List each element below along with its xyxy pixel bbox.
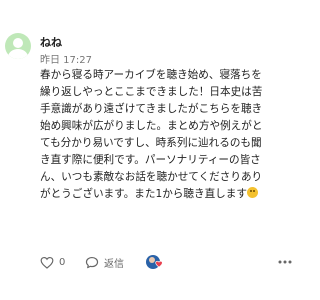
comment-last-line: がとうございます。また1から聴き直します (40, 186, 296, 203)
heart-filled-icon (155, 260, 163, 268)
comment-body: 春から寝る時アーカイブを聴き始め、寝落ちを 繰り返しやっとここまできました！日本… (40, 67, 296, 203)
avatar-head-shape (13, 38, 23, 48)
reply-button[interactable]: 返信 (85, 252, 124, 272)
like-count: 0 (59, 256, 66, 268)
comment-line: 始め興味が広がりました。まとめ方や例えがと (40, 120, 263, 132)
default-user-icon[interactable] (5, 33, 31, 59)
comment-line: 繰り返しやっとここまできました！日本史は苦 (40, 86, 263, 98)
comment-line: 春から寝る時アーカイブを聴き始め、寝落ちを (40, 69, 262, 81)
comment-line: 手意識があり遠ざけてきましたがこちらを聴き (40, 103, 263, 115)
comment-username[interactable]: ねね (40, 34, 62, 50)
comment-line: ん、いつも素敵なお話を聴かせてくださりあり (40, 171, 263, 183)
smiling-face-emoji-icon (246, 187, 258, 198)
like-button[interactable]: 0 (40, 252, 65, 272)
more-options-button[interactable] (278, 252, 292, 272)
more-horizontal-icon (278, 260, 292, 264)
comment-item: ねね 昨日 17:27 春から寝る時アーカイブを聴き始め、寝落ちを 繰り返しやっ… (0, 0, 300, 300)
comment-line: ても分かり易いですし、時系列に辿れるのも聞 (40, 137, 262, 149)
comment-timestamp: 昨日 17:27 (40, 55, 92, 66)
avatar-body-shape (8, 49, 28, 59)
comment-line: がとうございます。また1から聴き直します (40, 188, 247, 200)
speech-bubble-icon (85, 256, 99, 268)
creator-liked-badge (146, 252, 163, 272)
comment-line: き直す際に便利です。パーソナリティーの皆さ (40, 154, 261, 166)
reply-label: 返信 (104, 258, 124, 270)
heart-outline-icon (40, 256, 54, 269)
comment-actions: 0 返信 (40, 252, 295, 272)
